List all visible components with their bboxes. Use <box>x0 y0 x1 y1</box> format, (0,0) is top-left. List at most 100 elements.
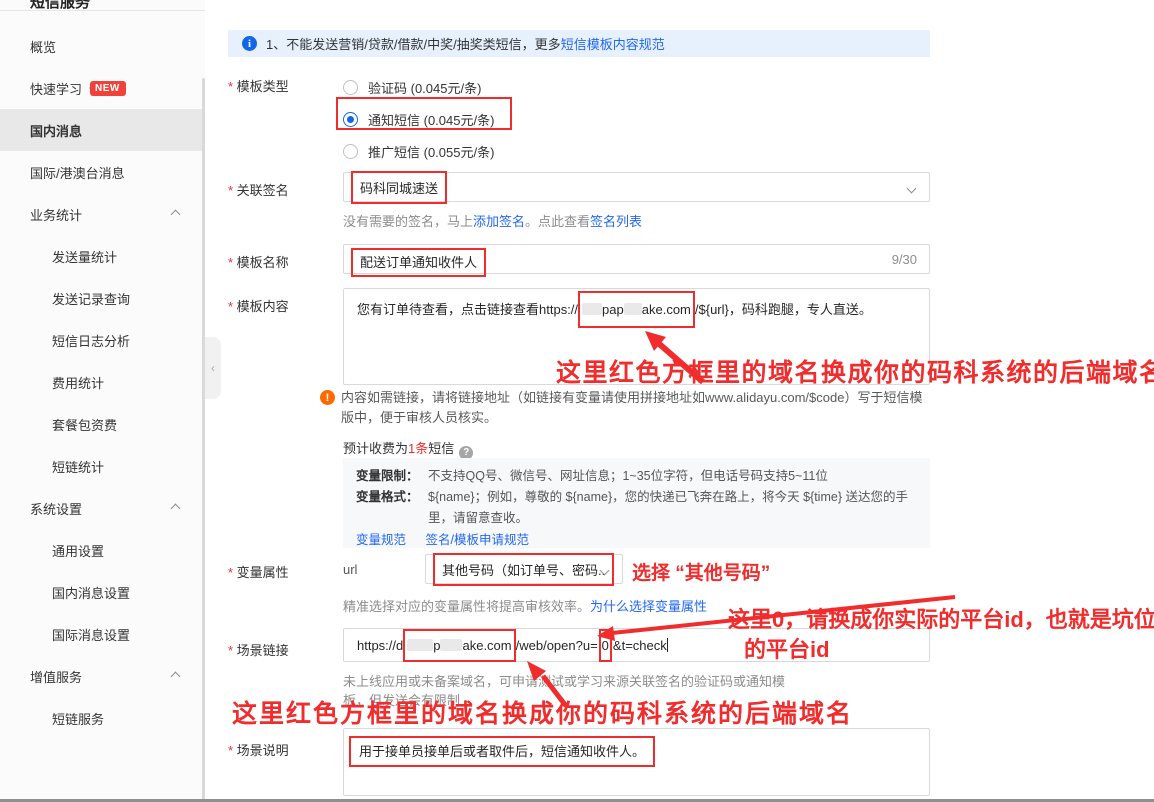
scene-desc-label: 场景说明 <box>228 740 289 759</box>
sidebar-item-sms-log-analysis[interactable]: 短信日志分析 <box>0 319 205 361</box>
variable-attr-helper: 精准选择对应的变量属性将提高审核效率。为什么选择变量属性 <box>343 596 707 615</box>
sidebar-item-label: 国际消息设置 <box>52 625 130 644</box>
info-icon: i <box>242 36 257 51</box>
link-note-text: 内容如需链接，请将链接地址（如链接有变量请使用拼接地址如www.alidayu.… <box>341 388 933 428</box>
content-domain-suffix: ake.com <box>642 302 691 317</box>
sms-template-create-page: 短信服务 概览 快速学习 NEW 国内消息 国际/港澳台消息 业务统计 发送量统计… <box>0 0 1154 802</box>
add-signature-link[interactable]: 添加签名 <box>473 214 525 229</box>
sidebar-item-overview[interactable]: 概览 <box>0 25 205 67</box>
variable-attr-value: 其他号码（如订单号、密码.. <box>433 553 614 586</box>
signature-select[interactable]: 码科同城速送 <box>343 172 930 202</box>
template-name-value: 配送订单通知收件人 <box>351 248 486 277</box>
sidebar-item-label: 短链统计 <box>52 457 104 476</box>
signature-helper-text: 没有需要的签名，马上 <box>343 214 473 229</box>
template-content-label: 模板内容 <box>228 296 289 315</box>
sidebar-item-domestic-message[interactable]: 国内消息 <box>0 109 205 151</box>
sidebar-header-title: 短信服务 <box>0 0 205 11</box>
chevron-up-icon <box>171 503 181 513</box>
sidebar-item-label: 概览 <box>30 37 56 56</box>
chevron-down-icon <box>907 184 917 194</box>
signature-list-link[interactable]: 签名列表 <box>590 214 642 229</box>
platform-id-highlight: 0 <box>599 629 612 662</box>
sidebar-group-value-added[interactable]: 增值服务 <box>0 655 205 697</box>
sidebar-item-label: 业务统计 <box>30 205 82 224</box>
scene-domain-highlight: p ake.com <box>403 629 515 662</box>
char-counter: 9/30 <box>892 252 917 267</box>
scene-domain-mid: p <box>433 638 440 653</box>
sidebar-item-general-settings[interactable]: 通用设置 <box>0 529 205 571</box>
sidebar-item-label: 套餐包资费 <box>52 415 117 434</box>
scene-url-path: /web/open?u= <box>516 638 598 653</box>
variable-name: url <box>343 562 357 577</box>
template-content-spec-link[interactable]: 短信模板内容规范 <box>561 34 665 53</box>
sidebar-item-label: 通用设置 <box>52 541 104 560</box>
sidebar-item-label: 发送记录查询 <box>52 289 130 308</box>
sidebar-collapse-handle[interactable]: ‹ <box>205 337 221 399</box>
sidebar-item-intl-msg-settings[interactable]: 国际消息设置 <box>0 613 205 655</box>
sidebar-item-label: 发送量统计 <box>52 247 117 266</box>
sidebar-item-label: 增值服务 <box>30 667 82 686</box>
sidebar-header: 短信服务 <box>0 0 205 11</box>
sidebar-item-domestic-msg-settings[interactable]: 国内消息设置 <box>0 571 205 613</box>
sidebar-item-shortlink-stats[interactable]: 短链统计 <box>0 445 205 487</box>
variable-limit-label: 变量限制： <box>356 466 428 487</box>
masked-text <box>624 303 642 315</box>
fee-suffix: 短信 <box>428 441 454 456</box>
text-cursor <box>667 638 668 652</box>
sidebar-item-shortlink-service[interactable]: 短链服务 <box>0 697 205 739</box>
sidebar-item-label: 短信日志分析 <box>52 331 130 350</box>
sidebar-item-send-record-query[interactable]: 发送记录查询 <box>0 277 205 319</box>
radio-selected-icon <box>343 112 358 127</box>
content-domain-mid: pap <box>602 302 624 317</box>
variable-format-label: 变量格式： <box>356 487 428 529</box>
annotation-content-domain: 这里红色方框里的域名换成你的码科系统的后端域名 <box>556 353 1154 389</box>
sidebar: 短信服务 概览 快速学习 NEW 国内消息 国际/港澳台消息 业务统计 发送量统计… <box>0 0 205 802</box>
variable-limit-text: 不支持QQ号、微信号、网址信息；1~35位字符，但电话号码支持5~11位 <box>428 466 917 487</box>
variable-format-text: ${name}；例如，尊敬的 ${name}，您的快递已飞奔在路上，将今天 ${… <box>428 487 917 529</box>
signature-helper-text2: 。点此查看 <box>525 214 590 229</box>
radio-notification-sms[interactable]: 通知短信 (0.045元/条) <box>343 104 603 134</box>
variable-spec-link[interactable]: 变量规范 <box>356 533 406 547</box>
why-variable-attr-link[interactable]: 为什么选择变量属性 <box>590 599 707 614</box>
template-type-label: 模板类型 <box>228 76 289 95</box>
sidebar-menu: 概览 快速学习 NEW 国内消息 国际/港澳台消息 业务统计 发送量统计 发送记录… <box>0 11 205 739</box>
new-badge: NEW <box>90 81 126 96</box>
signature-helper: 没有需要的签名，马上添加签名。点此查看签名列表 <box>343 211 642 230</box>
template-name-input[interactable]: 配送订单通知收件人 9/30 <box>343 244 930 274</box>
scene-desc-textarea[interactable]: 用于接单员接单后或者取件后，短信通知收件人。 <box>343 728 930 796</box>
radio-verification-code[interactable]: 验证码 (0.045元/条) <box>343 72 603 102</box>
scene-desc-value: 用于接单员接单后或者取件后，短信通知收件人。 <box>349 736 655 767</box>
content-text: 您有订单待查看，点击链接查看 <box>357 302 539 317</box>
variable-attr-select[interactable]: 其他号码（如订单号、密码.. <box>425 554 623 584</box>
masked-text <box>407 639 433 651</box>
signature-value: 码科同城速送 <box>351 171 447 204</box>
masked-text <box>440 639 462 651</box>
notice-text: 1、不能发送营销/贷款/借款/中奖/抽奖类短信，更多 <box>266 34 561 53</box>
signature-template-spec-link[interactable]: 签名/模板申请规范 <box>426 533 529 547</box>
sidebar-group-business-stats[interactable]: 业务统计 <box>0 193 205 235</box>
sidebar-item-send-volume-stats[interactable]: 发送量统计 <box>0 235 205 277</box>
radio-label: 验证码 (0.045元/条) <box>368 78 481 97</box>
sidebar-group-system-settings[interactable]: 系统设置 <box>0 487 205 529</box>
radio-icon <box>343 80 358 95</box>
radio-promotion-sms[interactable]: 推广短信 (0.055元/条) <box>343 136 603 166</box>
scene-domain-suffix: ake.com <box>462 638 511 653</box>
sidebar-item-intl-message[interactable]: 国际/港澳台消息 <box>0 151 205 193</box>
template-name-label: 模板名称 <box>228 252 289 271</box>
fee-count: 1条 <box>408 441 428 456</box>
sidebar-item-label: 快速学习 <box>30 79 82 98</box>
scene-url-scheme: https://d <box>357 638 403 653</box>
annotation-scene-domain: 这里红色方框里的域名换成你的码科系统的后端域名 <box>232 694 853 730</box>
sidebar-item-package-pricing[interactable]: 套餐包资费 <box>0 403 205 445</box>
sidebar-item-fee-stats[interactable]: 费用统计 <box>0 361 205 403</box>
notice-bar: i 1、不能发送营销/贷款/借款/中奖/抽奖类短信，更多短信模板内容规范 <box>228 30 930 57</box>
sidebar-item-label: 国际/港澳台消息 <box>30 163 125 182</box>
sidebar-item-label: 短链服务 <box>52 709 104 728</box>
radio-label: 通知短信 (0.045元/条) <box>368 110 494 129</box>
sidebar-item-quick-learn[interactable]: 快速学习 NEW <box>0 67 205 109</box>
warning-icon: ! <box>320 390 335 405</box>
annotation-platform-id-line2: 的平台id <box>744 632 830 664</box>
radio-icon <box>343 144 358 159</box>
scene-link-label: 场景链接 <box>228 640 289 659</box>
scene-url-query: &t=check <box>613 638 667 653</box>
